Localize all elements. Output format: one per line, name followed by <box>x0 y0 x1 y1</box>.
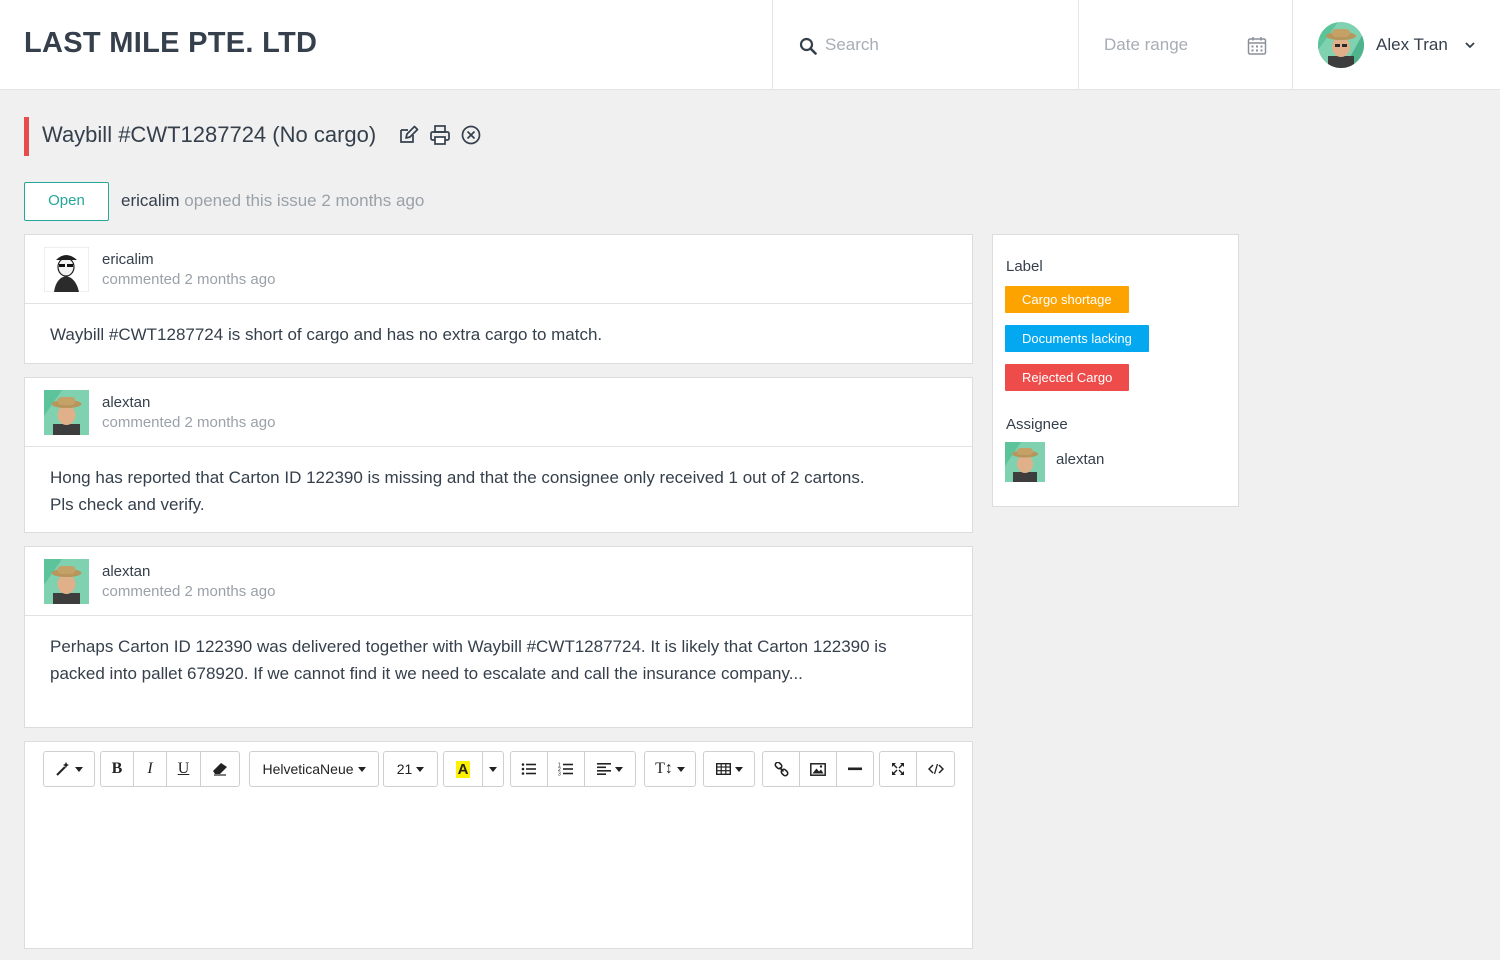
comment-body: Hong has reported that Carton ID 122390 … <box>25 447 972 535</box>
bold-button[interactable]: B <box>100 751 134 787</box>
align-dropdown[interactable] <box>584 751 636 787</box>
paragraph-group: 1 2 3 <box>510 751 636 787</box>
commenter-avatar[interactable] <box>44 390 89 435</box>
svg-text:3: 3 <box>558 772 561 777</box>
ordered-list-button[interactable]: 1 2 3 <box>547 751 585 787</box>
top-header: LAST MILE PTE. LTD Date range <box>0 0 1500 90</box>
format-group: B I U <box>100 751 240 787</box>
font-family-dropdown[interactable]: HelveticaNeue <box>249 751 379 787</box>
font-family-group: HelveticaNeue <box>249 751 379 787</box>
font-size-dropdown[interactable]: 21 <box>383 751 438 787</box>
calendar-icon[interactable] <box>1247 36 1267 56</box>
comment-card: ericalim commented 2 months ago Waybill … <box>24 234 973 364</box>
line-height-dropdown[interactable]: T↕ <box>644 751 696 787</box>
comment-author[interactable]: alextan <box>102 563 150 580</box>
status-badge[interactable]: Open <box>24 182 109 221</box>
editor-text-area[interactable] <box>43 798 955 938</box>
font-size-value: 21 <box>396 761 413 777</box>
search-box[interactable] <box>772 0 1078 90</box>
issue-opener[interactable]: ericalim <box>121 191 180 210</box>
line-height-icon: T↕ <box>655 760 673 777</box>
comment-body: Waybill #CWT1287724 is short of cargo an… <box>25 304 972 365</box>
text-color-button[interactable]: A <box>443 751 483 787</box>
text-color-glyph: A <box>455 760 471 778</box>
code-view-button[interactable] <box>916 751 955 787</box>
style-button[interactable] <box>43 751 95 787</box>
underline-button[interactable]: U <box>166 751 201 787</box>
user-avatar[interactable] <box>1318 22 1364 68</box>
assignee-avatar[interactable] <box>1005 442 1045 482</box>
comment-body: Perhaps Carton ID 122390 was delivered t… <box>25 616 972 704</box>
comment-text: Waybill #CWT1287724 is short of cargo an… <box>50 325 603 344</box>
table-icon <box>715 763 731 775</box>
text-color-dropdown[interactable] <box>482 751 504 787</box>
commenter-avatar[interactable] <box>44 559 89 604</box>
fullscreen-icon <box>892 763 904 775</box>
chevron-down-icon[interactable] <box>1463 38 1477 52</box>
user-name[interactable]: Alex Tran <box>1376 35 1448 55</box>
issue-opened-text: opened this issue 2 months ago <box>184 191 425 210</box>
fullscreen-button[interactable] <box>879 751 917 787</box>
date-range-placeholder: Date range <box>1104 35 1189 54</box>
print-icon[interactable] <box>429 124 451 146</box>
issue-meta: ericalim opened this issue 2 months ago <box>121 191 424 211</box>
label-heading: Label <box>1006 258 1043 275</box>
date-range-picker[interactable]: Date range <box>1078 0 1292 90</box>
comment-card: alextan commented 2 months ago Hong has … <box>24 377 973 533</box>
italic-button[interactable]: I <box>133 751 167 787</box>
horizontal-rule-button[interactable] <box>836 751 874 787</box>
style-group <box>43 751 95 787</box>
insert-group <box>762 751 874 787</box>
close-circle-icon[interactable] <box>460 124 482 146</box>
comment-author[interactable]: alextan <box>102 394 150 411</box>
code-icon <box>927 763 944 775</box>
image-icon <box>810 762 826 776</box>
unordered-list-button[interactable] <box>510 751 548 787</box>
link-icon <box>773 761 789 777</box>
numbered-list-icon: 1 2 3 <box>558 763 573 777</box>
table-group <box>703 751 755 787</box>
minus-icon <box>848 767 862 771</box>
comment-text-line: Perhaps Carton ID 122390 was delivered t… <box>50 637 887 656</box>
comment-editor: B I U HelveticaNeue 21 A 1 2 3 T↕ <box>24 741 973 949</box>
label-cargo-shortage[interactable]: Cargo shortage <box>1005 286 1129 313</box>
comment-text-line: Hong has reported that Carton ID 122390 … <box>50 468 865 487</box>
font-family-value: HelveticaNeue <box>262 761 354 777</box>
table-dropdown[interactable] <box>703 751 755 787</box>
issue-title: Waybill #CWT1287724 (No cargo) <box>42 122 377 147</box>
comment-card: alextan commented 2 months ago Perhaps C… <box>24 546 973 728</box>
comment-header: ericalim commented 2 months ago <box>25 235 972 304</box>
issue-sidebar: Label Cargo shortage Documents lacking R… <box>992 234 1239 507</box>
insert-image-button[interactable] <box>799 751 837 787</box>
commenter-avatar[interactable] <box>44 247 89 292</box>
color-group: A <box>443 751 504 787</box>
magic-wand-icon <box>56 762 69 776</box>
insert-link-button[interactable] <box>762 751 800 787</box>
comment-text-line: packed into pallet 678920. If we cannot … <box>50 664 803 683</box>
view-group <box>879 751 955 787</box>
eraser-icon <box>213 763 227 776</box>
comment-time: commented 2 months ago <box>102 414 276 431</box>
align-left-icon <box>597 763 611 775</box>
comment-header: alextan commented 2 months ago <box>25 378 972 447</box>
search-icon <box>799 37 817 55</box>
user-menu[interactable]: Alex Tran <box>1292 0 1500 90</box>
assignee-name[interactable]: alextan <box>1056 451 1104 468</box>
comment-text-line: Pls check and verify. <box>50 495 205 514</box>
company-brand[interactable]: LAST MILE PTE. LTD <box>24 27 317 60</box>
comment-author[interactable]: ericalim <box>102 251 154 268</box>
assignee-heading: Assignee <box>1006 416 1068 433</box>
search-input[interactable] <box>825 30 1055 60</box>
clear-format-button[interactable] <box>200 751 240 787</box>
font-size-group: 21 <box>383 751 438 787</box>
line-height-group: T↕ <box>644 751 696 787</box>
comment-time: commented 2 months ago <box>102 271 276 288</box>
comment-time: commented 2 months ago <box>102 583 276 600</box>
label-rejected-cargo[interactable]: Rejected Cargo <box>1005 364 1130 391</box>
edit-icon[interactable] <box>397 124 419 146</box>
bullet-list-icon <box>521 763 536 775</box>
label-documents-lacking[interactable]: Documents lacking <box>1005 325 1149 352</box>
comment-header: alextan commented 2 months ago <box>25 547 972 616</box>
title-accent-bar <box>24 117 29 156</box>
